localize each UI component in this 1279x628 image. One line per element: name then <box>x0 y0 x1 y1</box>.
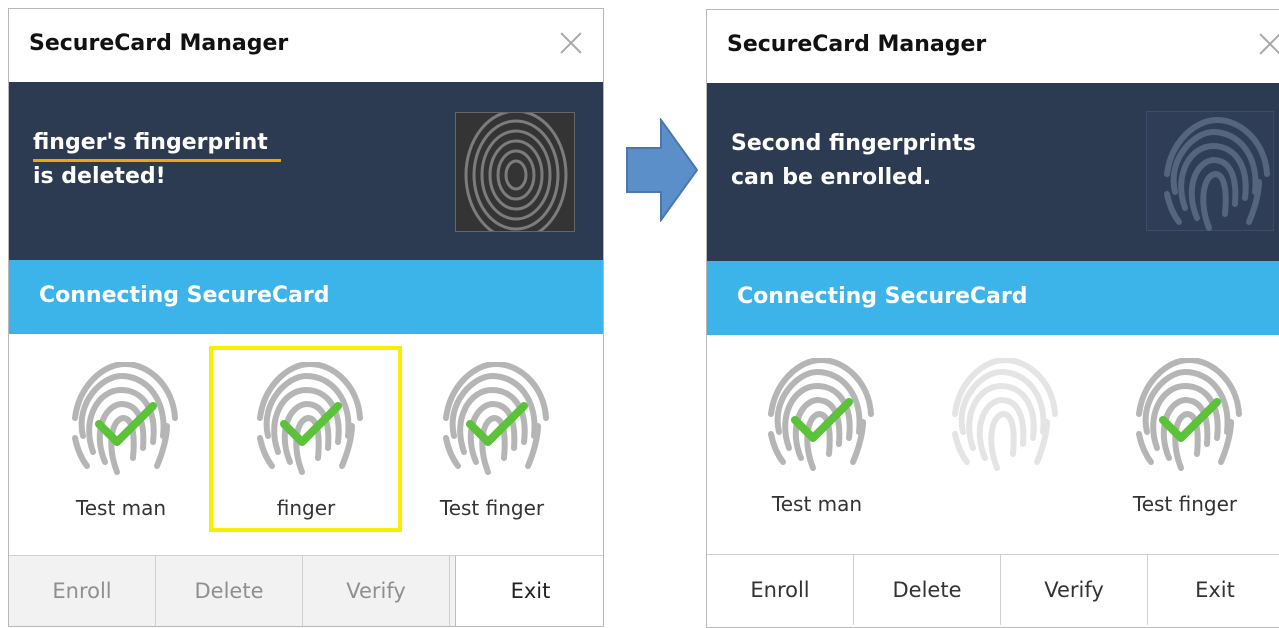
close-icon[interactable] <box>557 29 585 57</box>
fingerprint-placeholder-image <box>1146 111 1274 231</box>
user-slot-3[interactable]: Test finger <box>1095 350 1275 520</box>
user-label: Test man <box>75 496 167 520</box>
message-banner: finger's fingerprint is deleted! <box>9 82 603 260</box>
message-line-1: finger's fingerprint <box>33 130 268 155</box>
fingerprint-check-icon <box>759 358 883 478</box>
user-slot-1[interactable]: Test man <box>31 354 211 524</box>
right-arrow-icon <box>626 118 699 222</box>
user-label: Test finger <box>439 496 545 520</box>
window-after: SecureCard Manager Second fingerprints c… <box>706 9 1279 628</box>
message-line-2: is deleted! <box>33 164 166 189</box>
user-slot-2[interactable] <box>911 350 1091 520</box>
fingerprint-check-icon <box>1127 358 1251 478</box>
message-line-2: can be enrolled. <box>731 165 932 190</box>
enroll-button[interactable]: Enroll <box>707 555 854 625</box>
status-text: Connecting SecureCard <box>39 283 330 308</box>
message-banner: Second fingerprints can be enrolled. <box>707 83 1279 261</box>
fingerprint-empty-icon <box>943 358 1067 478</box>
status-text: Connecting SecureCard <box>737 284 1028 309</box>
status-bar: Connecting SecureCard <box>9 260 603 334</box>
user-slot-1[interactable]: Test man <box>727 350 907 520</box>
exit-button[interactable]: Exit <box>1148 555 1279 625</box>
user-slot-3[interactable]: Test finger <box>402 354 582 524</box>
window-title: SecureCard Manager <box>29 31 289 56</box>
fingerprint-check-icon <box>434 362 558 482</box>
fingerprint-image <box>455 112 575 232</box>
title-bar: SecureCard Manager <box>707 10 1279 83</box>
exit-button[interactable]: Exit <box>455 556 603 626</box>
window-before: SecureCard Manager finger's fingerprint … <box>8 8 604 627</box>
user-label: Test man <box>771 492 863 516</box>
window-title: SecureCard Manager <box>727 32 987 57</box>
verify-button[interactable]: Verify <box>303 556 450 626</box>
user-label: Test finger <box>1132 492 1238 516</box>
delete-button[interactable]: Delete <box>156 556 303 626</box>
close-icon[interactable] <box>1256 30 1279 58</box>
button-bar: Enroll Delete Verify Exit <box>707 554 1279 625</box>
message-text: Second fingerprints can be enrolled. <box>731 127 976 195</box>
message-line-1: Second fingerprints <box>731 131 976 156</box>
verify-button[interactable]: Verify <box>1001 555 1148 625</box>
button-bar: Enroll Delete Verify Exit <box>9 555 603 626</box>
fingerprint-check-icon <box>63 362 187 482</box>
status-bar: Connecting SecureCard <box>707 261 1279 335</box>
message-underline <box>33 159 281 162</box>
enroll-button[interactable]: Enroll <box>9 556 156 626</box>
delete-button[interactable]: Delete <box>854 555 1001 625</box>
title-bar: SecureCard Manager <box>9 9 603 82</box>
selected-slot-highlight <box>209 346 402 532</box>
